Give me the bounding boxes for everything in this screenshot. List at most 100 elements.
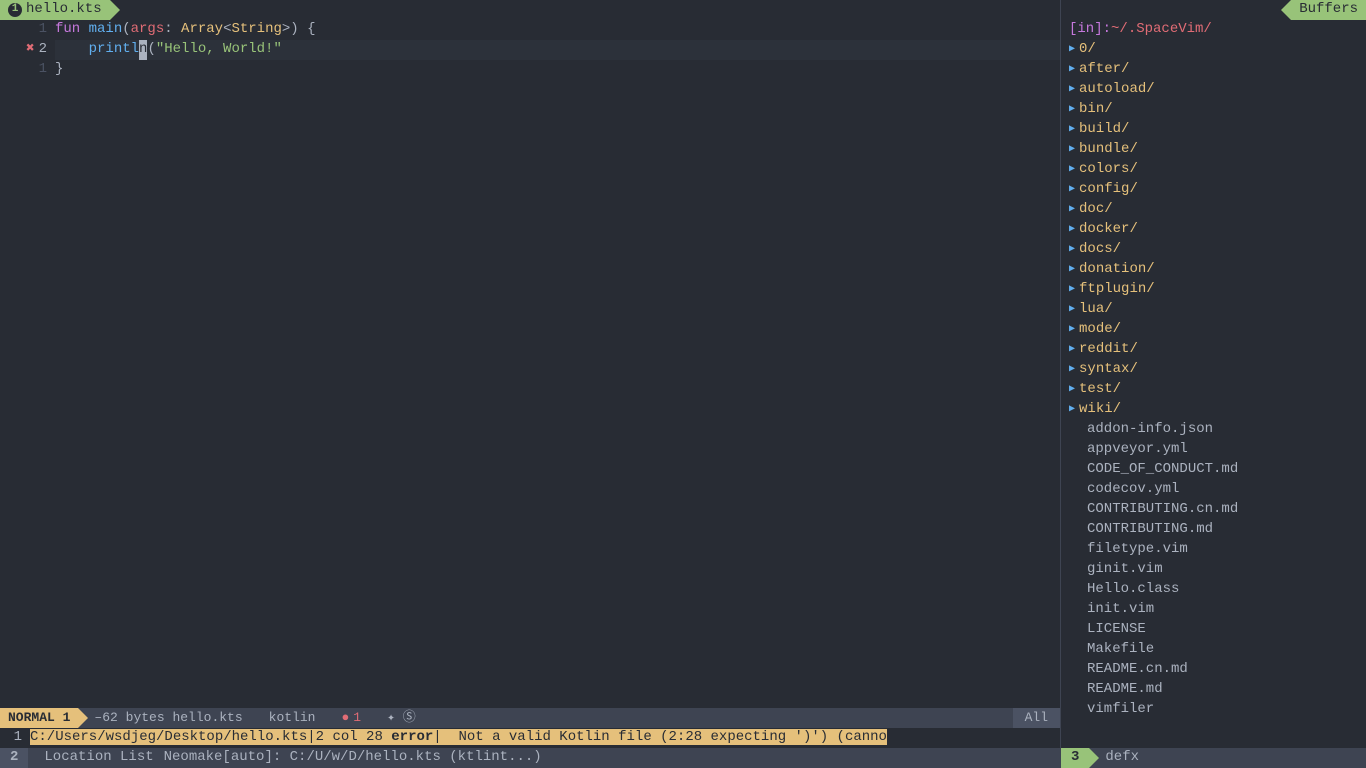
tree-file-item[interactable]: Hello.class bbox=[1061, 580, 1366, 600]
tree-dir-item[interactable]: ▶ bin/ bbox=[1061, 100, 1366, 120]
loclist-text: C:/Users/wsdjeg/Desktop/hello.kts|2 col … bbox=[30, 728, 1060, 748]
tree-file-item[interactable]: README.md bbox=[1061, 680, 1366, 700]
tree-dir-item[interactable]: ▶ lua/ bbox=[1061, 300, 1366, 320]
tree-file-item[interactable]: filetype.vim bbox=[1061, 540, 1366, 560]
tree-dir-item[interactable]: ▶after/ bbox=[1061, 60, 1366, 80]
file-name: appveyor.yml bbox=[1069, 440, 1188, 460]
tree-file-item[interactable]: README.cn.md bbox=[1061, 660, 1366, 680]
tree-dir-item[interactable]: ▶build/ bbox=[1061, 120, 1366, 140]
file-name: init.vim bbox=[1069, 600, 1154, 620]
tree-file-item[interactable]: LICENSE bbox=[1061, 620, 1366, 640]
file-name: CONTRIBUTING.cn.md bbox=[1069, 500, 1238, 520]
code-area[interactable]: fun main(args: Array<String>) { println(… bbox=[55, 20, 1060, 708]
tree-file-item[interactable]: vimfiler bbox=[1061, 700, 1366, 720]
dir-name: docs/ bbox=[1079, 240, 1121, 260]
tree-dir-item[interactable]: ▶autoload/ bbox=[1061, 80, 1366, 100]
file-name: codecov.yml bbox=[1069, 480, 1179, 500]
status-icons: ✦ Ⓢ bbox=[371, 708, 426, 728]
line-number: 1 bbox=[39, 20, 47, 40]
tab-filename: hello.kts bbox=[26, 0, 102, 20]
window-number: 3 bbox=[1061, 748, 1089, 768]
tree-file-item[interactable]: CONTRIBUTING.cn.md bbox=[1061, 500, 1366, 520]
dir-name: lua/ bbox=[1079, 300, 1113, 320]
chevron-right-icon: ▶ bbox=[1069, 403, 1075, 417]
tree-file-item[interactable]: CODE_OF_CONDUCT.md bbox=[1061, 460, 1366, 480]
file-name: Makefile bbox=[1069, 640, 1154, 660]
file-name: filetype.vim bbox=[1069, 540, 1188, 560]
chevron-right-icon: ▶ bbox=[1069, 283, 1075, 297]
tree-file-item[interactable]: init.vim bbox=[1061, 600, 1366, 620]
chevron-right-icon: ▶ bbox=[1069, 143, 1075, 157]
editor-area[interactable]: 1 ✖2 1 fun main(args: Array<String>) { p… bbox=[0, 20, 1060, 708]
location-list-entry[interactable]: 1 C:/Users/wsdjeg/Desktop/hello.kts|2 co… bbox=[0, 728, 1060, 748]
tree-dir-item[interactable]: ▶ reddit/ bbox=[1061, 340, 1366, 360]
tree-dir-item[interactable]: ▶ftplugin/ bbox=[1061, 280, 1366, 300]
code-line-1[interactable]: fun main(args: Array<String>) { bbox=[55, 20, 1060, 40]
status-errors: ●1 bbox=[325, 708, 371, 728]
tree-dir-item[interactable]: ▶ bundle/ bbox=[1061, 140, 1366, 160]
buffers-tab[interactable]: Buffers bbox=[1291, 0, 1366, 20]
mode-indicator: NORMAL 1 bbox=[0, 708, 78, 728]
file-name: LICENSE bbox=[1069, 620, 1146, 640]
dir-name: test/ bbox=[1079, 380, 1121, 400]
tree-list[interactable]: ▶0/▶after/▶autoload/▶bin/▶build/▶bundle/… bbox=[1061, 40, 1366, 748]
tree-dir-item[interactable]: ▶docker/ bbox=[1061, 220, 1366, 240]
dir-name: 0/ bbox=[1079, 40, 1096, 60]
chevron-right-icon: ▶ bbox=[1069, 203, 1075, 217]
dir-name: autoload/ bbox=[1079, 80, 1155, 100]
tree-dir-item[interactable]: ▶docs/ bbox=[1061, 240, 1366, 260]
dir-name: colors/ bbox=[1079, 160, 1138, 180]
tree-file-item[interactable]: codecov.yml bbox=[1061, 480, 1366, 500]
dir-name: build/ bbox=[1079, 120, 1129, 140]
dir-name: syntax/ bbox=[1079, 360, 1138, 380]
code-line-3[interactable]: } bbox=[55, 60, 1060, 80]
status-file-info: – 62 bytes hello.kts bbox=[78, 708, 252, 728]
file-tree-pane: Buffers [in]: ~/.SpaceVim/ ▶0/▶after/▶au… bbox=[1060, 0, 1366, 768]
dir-name: bundle/ bbox=[1079, 140, 1138, 160]
gutter: 1 ✖2 1 bbox=[0, 20, 55, 708]
dir-name: doc/ bbox=[1079, 200, 1113, 220]
chevron-right-icon: ▶ bbox=[1069, 263, 1075, 277]
dir-name: docker/ bbox=[1079, 220, 1138, 240]
error-dot-icon: ● bbox=[341, 709, 349, 727]
tree-dir-item[interactable]: ▶ wiki/ bbox=[1061, 400, 1366, 420]
tree-file-item[interactable]: ginit.vim bbox=[1061, 560, 1366, 580]
chevron-right-icon: ▶ bbox=[1069, 103, 1075, 117]
status-position: All bbox=[1013, 708, 1060, 728]
line-number: 2 bbox=[39, 40, 47, 60]
chevron-right-icon: ▶ bbox=[1069, 343, 1075, 357]
file-name: CONTRIBUTING.md bbox=[1069, 520, 1213, 540]
code-line-2[interactable]: println("Hello, World!" bbox=[55, 40, 1060, 60]
tree-dir-item[interactable]: ▶ doc/ bbox=[1061, 200, 1366, 220]
tree-dir-item[interactable]: ▶colors/ bbox=[1061, 160, 1366, 180]
statusline: NORMAL 1 – 62 bytes hello.kts kotlin ●1 … bbox=[0, 708, 1060, 728]
tab-number: 1 bbox=[8, 3, 22, 17]
file-name: README.cn.md bbox=[1069, 660, 1188, 680]
dir-name: reddit/ bbox=[1079, 340, 1138, 360]
tree-dir-item[interactable]: ▶mode/ bbox=[1061, 320, 1366, 340]
dir-name: bin/ bbox=[1079, 100, 1113, 120]
chevron-right-icon: ▶ bbox=[1069, 183, 1075, 197]
chevron-right-icon: ▶ bbox=[1069, 303, 1075, 317]
status-filetype: kotlin bbox=[253, 708, 326, 728]
chevron-right-icon: ▶ bbox=[1069, 63, 1075, 77]
file-name: CODE_OF_CONDUCT.md bbox=[1069, 460, 1238, 480]
dir-name: donation/ bbox=[1079, 260, 1155, 280]
file-name: addon-info.json bbox=[1069, 420, 1213, 440]
tree-dir-item[interactable]: ▶config/ bbox=[1061, 180, 1366, 200]
tree-file-item[interactable]: addon-info.json bbox=[1061, 420, 1366, 440]
tree-dir-item[interactable]: ▶test/ bbox=[1061, 380, 1366, 400]
tree-dir-item[interactable]: ▶0/ bbox=[1061, 40, 1366, 60]
chevron-right-icon: ▶ bbox=[1069, 363, 1075, 377]
tree-file-item[interactable]: Makefile bbox=[1061, 640, 1366, 660]
tree-header: [in]: ~/.SpaceVim/ bbox=[1061, 20, 1366, 40]
dir-name: wiki/ bbox=[1079, 400, 1121, 420]
tab-hello-kts[interactable]: 1 hello.kts bbox=[0, 0, 110, 20]
file-name: vimfiler bbox=[1069, 700, 1154, 720]
tree-file-item[interactable]: appveyor.yml bbox=[1061, 440, 1366, 460]
tree-dir-item[interactable]: ▶ syntax/ bbox=[1061, 360, 1366, 380]
tree-dir-item[interactable]: ▶ donation/ bbox=[1061, 260, 1366, 280]
tree-root-path: ~/.SpaceVim/ bbox=[1111, 20, 1212, 40]
loclist-title: Location List bbox=[28, 748, 163, 768]
tree-file-item[interactable]: CONTRIBUTING.md bbox=[1061, 520, 1366, 540]
